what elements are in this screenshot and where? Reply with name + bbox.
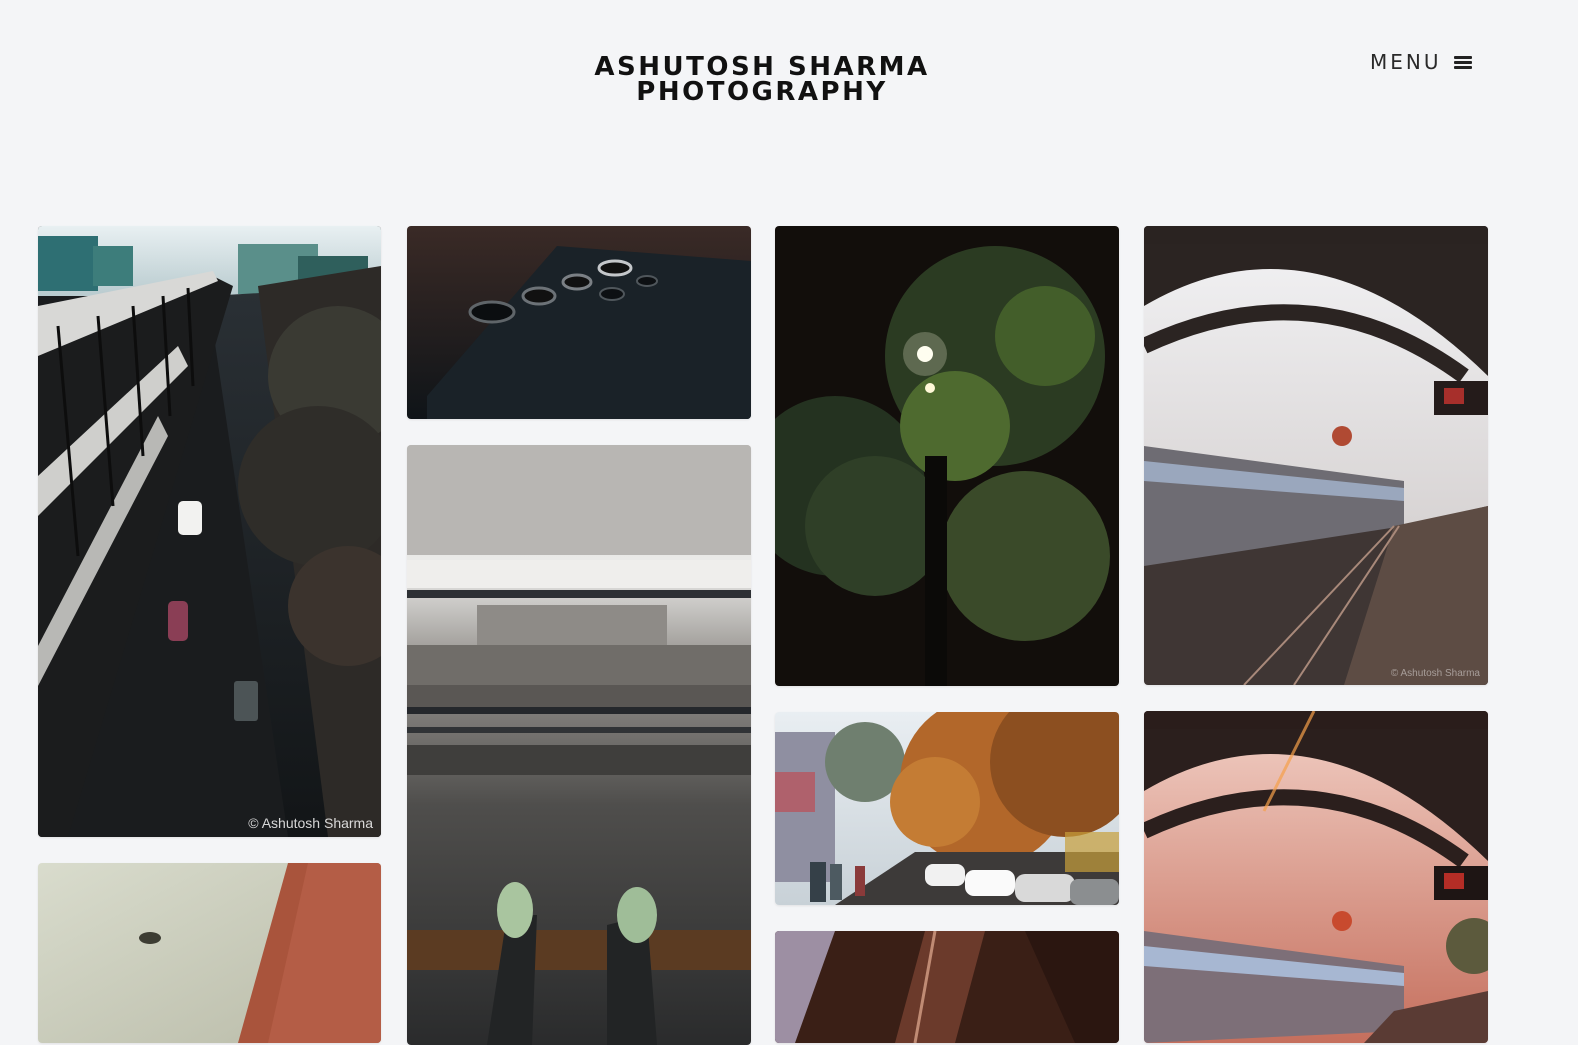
photo-phone-camera[interactable] xyxy=(407,226,751,419)
photo-metro-station-arch[interactable]: © Ashutosh Sharma xyxy=(1144,226,1488,685)
photo-metro-station-sunset[interactable] xyxy=(1144,711,1488,1043)
site-header: ASHUTOSH SHARMA PHOTOGRAPHY MENU xyxy=(0,0,1578,200)
photo-tree-streetlight[interactable] xyxy=(775,226,1119,686)
photo-train-interior[interactable] xyxy=(775,931,1119,1043)
site-title-line2: PHOTOGRAPHY xyxy=(636,77,888,107)
photo-ceiling-brick[interactable] xyxy=(38,863,381,1043)
photo-autumn-street[interactable] xyxy=(775,712,1119,905)
photo-watermark: © Ashutosh Sharma xyxy=(248,815,373,831)
menu-label: MENU xyxy=(1370,50,1442,74)
photo-feet-tracks[interactable] xyxy=(407,445,751,1045)
photo-watermark: © Ashutosh Sharma xyxy=(1390,668,1480,679)
photo-metro-bridge[interactable]: © Ashutosh Sharma xyxy=(38,226,381,837)
site-title[interactable]: ASHUTOSH SHARMA PHOTOGRAPHY xyxy=(562,54,962,107)
menu-button[interactable]: MENU xyxy=(1370,48,1472,76)
hamburger-icon xyxy=(1453,55,1472,69)
